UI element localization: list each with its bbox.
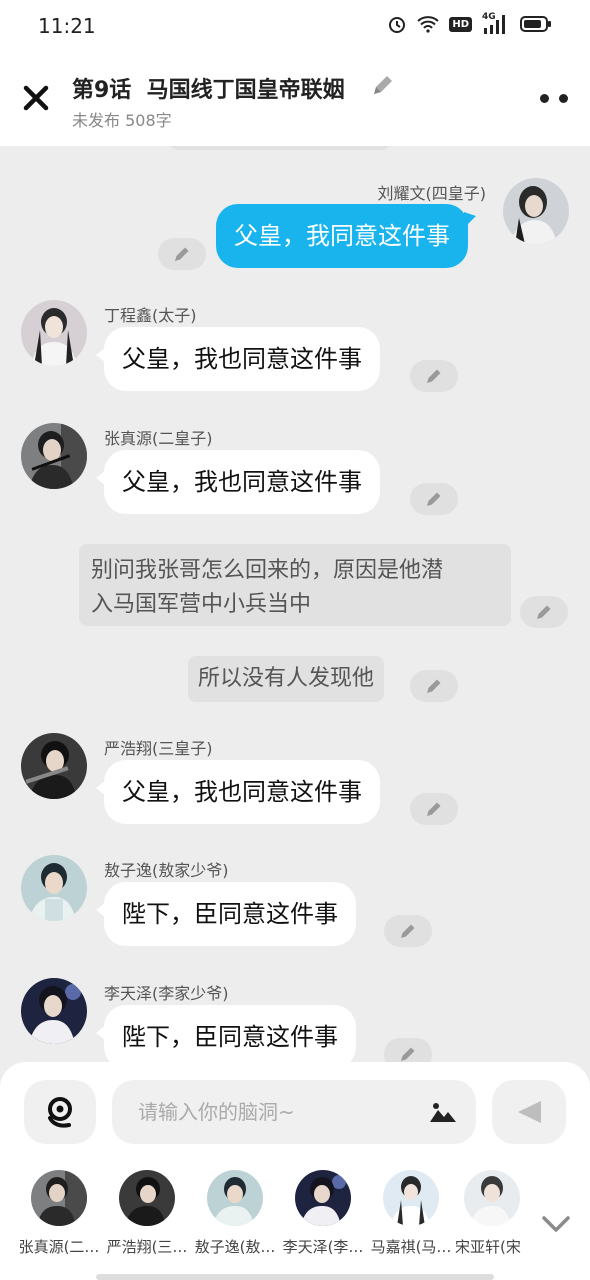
narration-line: 别问我张哥怎么回来的，原因是他潜 <box>91 558 444 583</box>
close-icon <box>23 85 49 111</box>
message-bubble[interactable]: 陛下，臣同意这件事 <box>96 882 356 946</box>
message-bubble[interactable]: 父皇，我也同意这件事 <box>96 760 380 824</box>
more-options-button[interactable] <box>540 92 568 104</box>
input-panel: 张真源(二… 严浩翔(三… 敖子逸(敖… 李天泽(李… 马嘉祺(马… 宋亚轩(宋 <box>0 1062 590 1280</box>
message-bubble[interactable]: 父皇，我同意这件事 <box>216 204 476 268</box>
battery-icon <box>520 16 551 32</box>
narration-line: 入马国军营中小兵当中 <box>91 592 312 617</box>
edit-message-button[interactable] <box>158 238 206 270</box>
avatar[interactable] <box>21 423 87 489</box>
home-indicator <box>96 1274 494 1280</box>
message-bubble[interactable]: 陛下，臣同意这件事 <box>96 1005 356 1066</box>
avatar[interactable] <box>503 178 569 244</box>
role-item[interactable]: 严浩翔(三… <box>103 1170 191 1257</box>
send-button[interactable] <box>492 1080 566 1144</box>
avatar[interactable] <box>21 978 87 1044</box>
role-avatar <box>31 1170 87 1226</box>
role-avatar <box>207 1170 263 1226</box>
brainstorm-button[interactable] <box>24 1080 96 1144</box>
sender-name: 李天泽(李家少爷) <box>104 984 229 1003</box>
status-bar: 11:21 HD 4G <box>0 0 590 52</box>
pencil-icon <box>427 369 441 383</box>
role-avatar <box>295 1170 351 1226</box>
pencil-icon <box>401 1047 415 1061</box>
role-label: 严浩翔(三… <box>106 1238 188 1256</box>
header: 第9话 马国线丁国皇帝联姻 未发布 508字 <box>0 52 590 146</box>
message-input[interactable] <box>138 1080 418 1144</box>
hd-icon: HD <box>449 16 472 32</box>
narration-bubble[interactable]: 所以没有人发现他 <box>188 656 385 702</box>
edit-title-icon[interactable] <box>370 72 396 98</box>
role-label: 李天泽(李… <box>282 1238 364 1256</box>
message-bubble[interactable]: 父皇，我也同意这件事 <box>96 450 380 514</box>
pencil-icon <box>427 679 441 693</box>
role-item[interactable]: 马嘉祺(马… <box>367 1170 455 1257</box>
edit-message-button[interactable] <box>410 793 458 825</box>
status-icons: HD 4G <box>387 12 552 34</box>
chat-area[interactable]: 刘耀文(四皇子) 父皇，我同意这件事 丁程鑫(太子) 父皇，我也同意这件事 张真… <box>0 146 590 1066</box>
role-avatar <box>119 1170 175 1226</box>
pencil-icon <box>537 605 551 619</box>
sender-name: 敖子逸(敖家少爷) <box>104 861 229 880</box>
role-label: 张真源(二… <box>18 1238 100 1256</box>
role-label: 敖子逸(敖… <box>194 1238 276 1256</box>
edit-message-button[interactable] <box>410 483 458 515</box>
avatar[interactable] <box>21 300 87 366</box>
edit-message-button[interactable] <box>410 360 458 392</box>
role-item[interactable]: 敖子逸(敖… <box>191 1170 279 1257</box>
role-avatar <box>464 1170 520 1226</box>
brain-logo-icon <box>48 1097 72 1128</box>
send-icon <box>518 1101 541 1123</box>
role-item[interactable]: 李天泽(李… <box>279 1170 367 1257</box>
role-item[interactable]: 宋亚轩(宋 <box>455 1170 529 1257</box>
pencil-icon <box>175 247 189 261</box>
narration-bubble[interactable]: 别问我张哥怎么回来的，原因是他潜 入马国军营中小兵当中 <box>79 544 511 626</box>
sender-name: 刘耀文(四皇子) <box>377 184 487 203</box>
sender-name: 张真源(二皇子) <box>104 429 213 448</box>
pencil-icon <box>427 802 441 816</box>
image-icon[interactable] <box>428 1100 458 1124</box>
wifi-icon <box>417 16 439 33</box>
status-time: 11:21 <box>38 14 96 38</box>
pencil-icon <box>427 492 441 506</box>
chevron-down-icon[interactable] <box>540 1212 572 1236</box>
role-label: 宋亚轩(宋 <box>455 1238 521 1256</box>
sender-name: 严浩翔(三皇子) <box>104 739 213 758</box>
chapter-status: 未发布 508字 <box>72 111 172 130</box>
close-button[interactable] <box>20 80 52 116</box>
avatar[interactable] <box>21 733 87 799</box>
dot-icon <box>559 93 568 103</box>
edit-message-button[interactable] <box>410 670 458 702</box>
previous-message-peek <box>170 146 390 150</box>
dot-icon <box>540 93 549 103</box>
role-label: 马嘉祺(马… <box>370 1238 452 1256</box>
signal-4g-icon: 4G <box>482 12 510 34</box>
edit-message-button[interactable] <box>520 596 568 628</box>
role-selector: 张真源(二… 严浩翔(三… 敖子逸(敖… 李天泽(李… 马嘉祺(马… 宋亚轩(宋 <box>0 1170 590 1266</box>
avatar[interactable] <box>21 855 87 921</box>
message-bubble[interactable]: 父皇，我也同意这件事 <box>96 327 380 391</box>
page-title: 第9话 马国线丁国皇帝联姻 <box>72 78 345 103</box>
pencil-icon <box>401 924 415 938</box>
edit-message-button[interactable] <box>384 915 432 947</box>
alarm-icon <box>389 17 406 33</box>
role-avatar <box>383 1170 439 1226</box>
role-item[interactable]: 张真源(二… <box>15 1170 103 1257</box>
message-input-box[interactable] <box>112 1080 476 1144</box>
sender-name: 丁程鑫(太子) <box>104 306 197 325</box>
